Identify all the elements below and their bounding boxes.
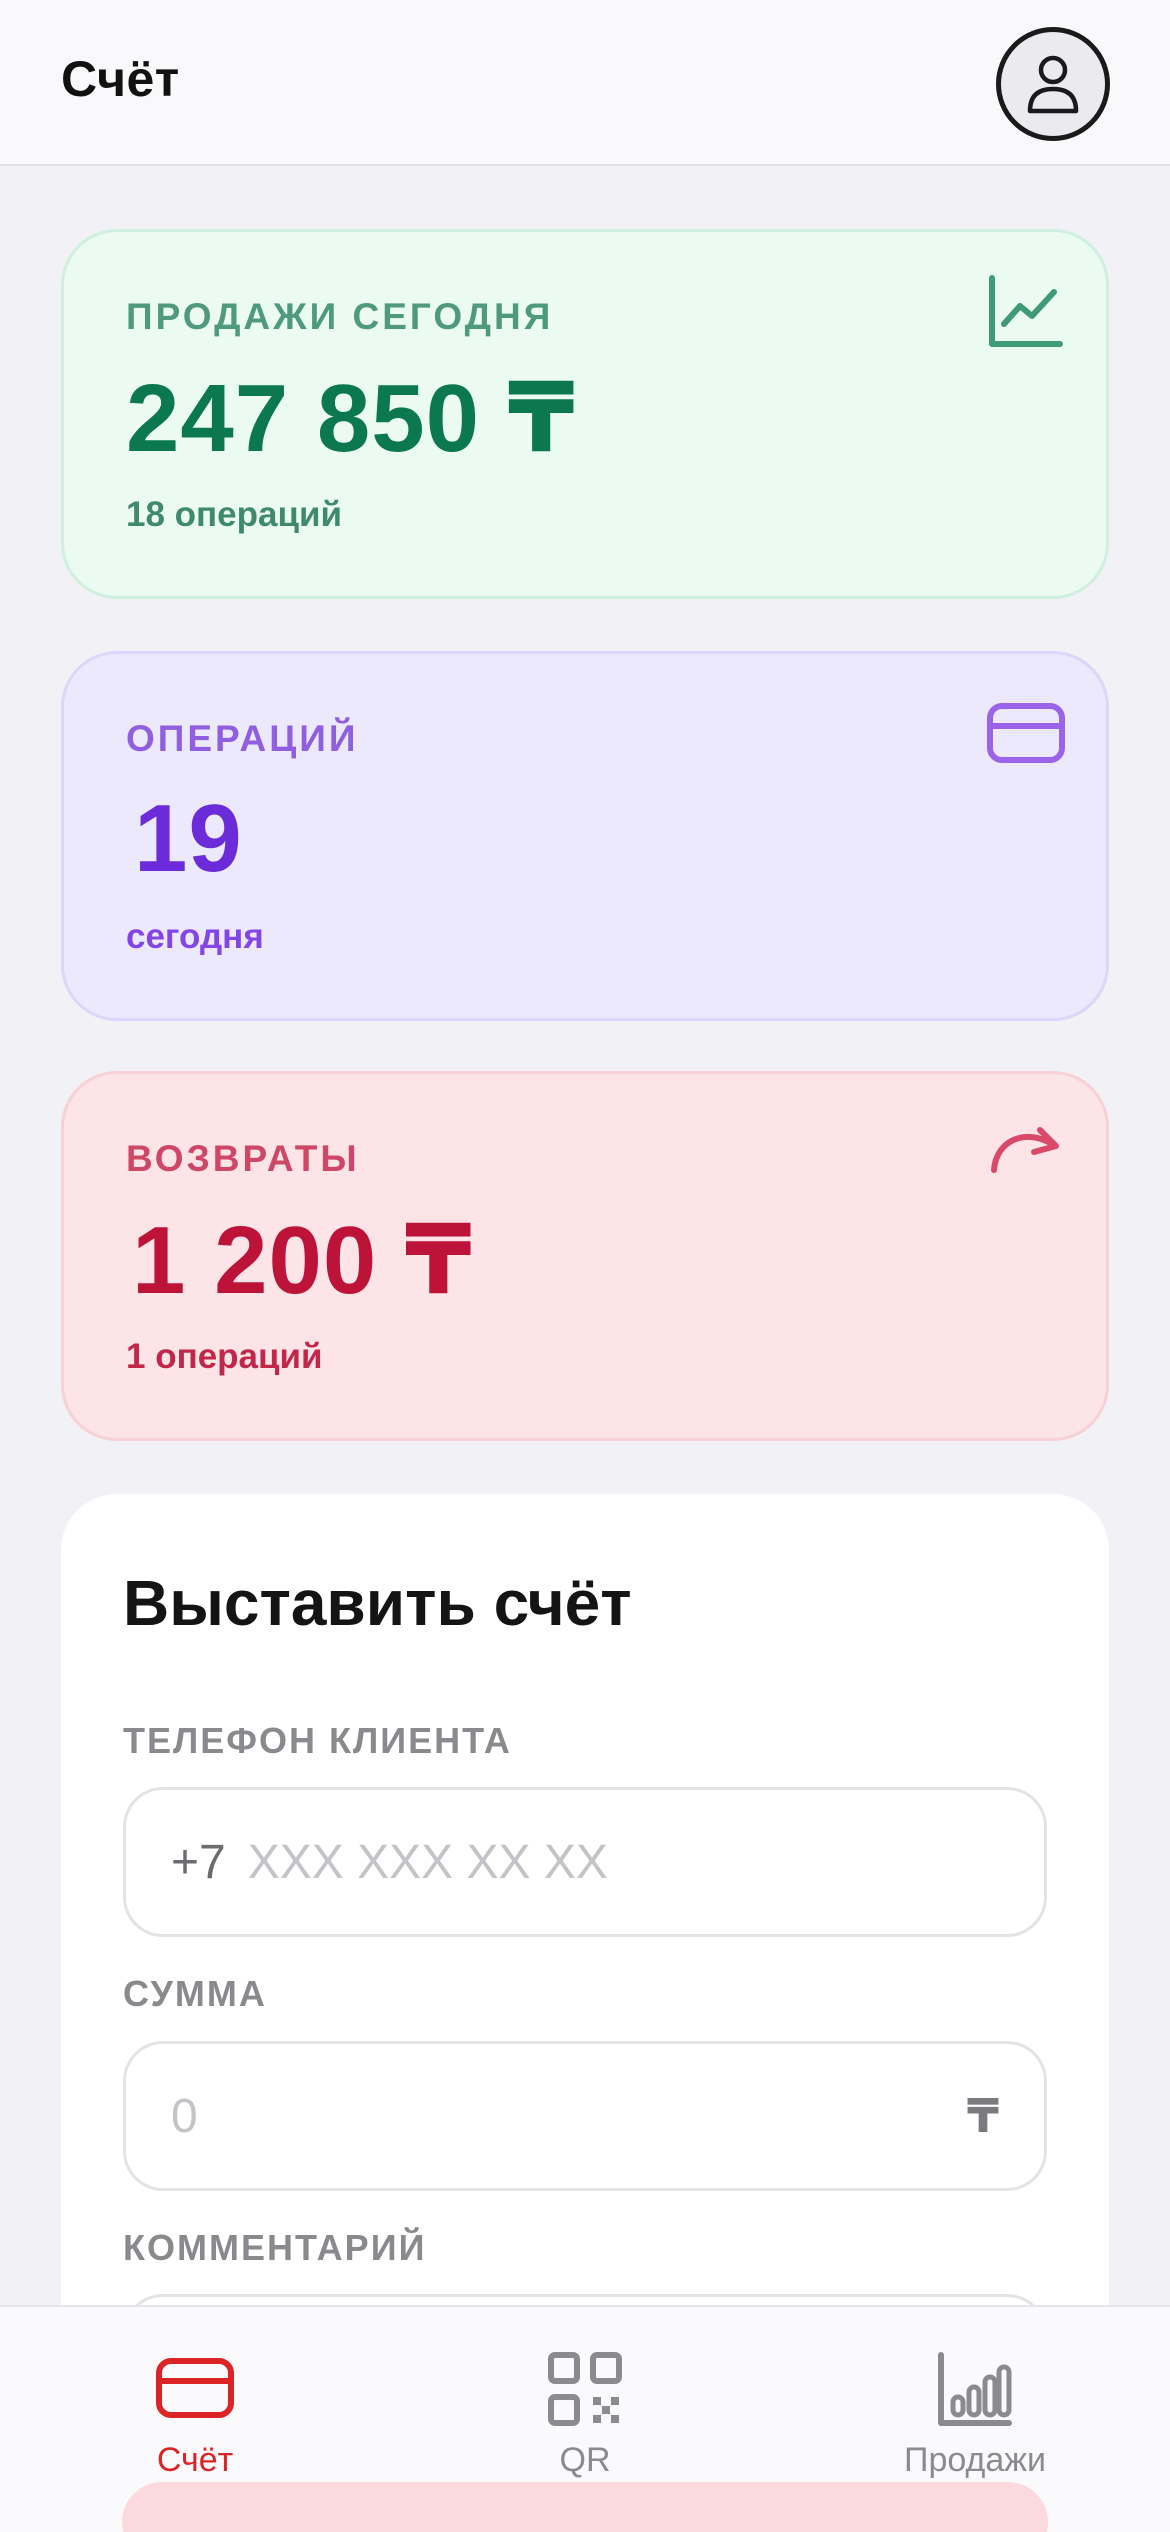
- redo-arrow-icon: [991, 1127, 1059, 1173]
- tab-qr-label: QR: [559, 2441, 611, 2479]
- top-header: Счёт: [0, 0, 1170, 166]
- sales-today-value: 247 850 ₸: [126, 365, 576, 472]
- user-icon: [1027, 55, 1079, 114]
- invoice-form-title: Выставить счёт: [123, 1567, 632, 1639]
- amount-input[interactable]: [171, 2044, 967, 2188]
- refunds-label: ВОЗВРАТЫ: [126, 1138, 360, 1179]
- tab-invoice[interactable]: Счёт: [75, 2349, 315, 2489]
- phone-label: ТЕЛЕФОН КЛИЕНТА: [123, 1720, 512, 1761]
- phone-prefix: +7: [171, 1835, 226, 1889]
- credit-card-icon: [987, 703, 1065, 763]
- phone-input[interactable]: [247, 1790, 1044, 1934]
- sales-today-card[interactable]: ПРОДАЖИ СЕГОДНЯ 247 850 ₸ 18 операций: [61, 229, 1109, 599]
- submit-button[interactable]: [122, 2482, 1048, 2532]
- refunds-card[interactable]: ВОЗВРАТЫ 1 200 ₸ 1 операций: [61, 1071, 1109, 1441]
- comment-label: КОММЕНТАРИЙ: [123, 2227, 427, 2268]
- operations-label: ОПЕРАЦИЙ: [126, 718, 359, 759]
- bar-chart-icon: [938, 2352, 1012, 2426]
- page-title: Счёт: [61, 51, 180, 107]
- tab-invoice-label: Счёт: [156, 2441, 234, 2479]
- sales-today-count: 18 операций: [126, 495, 343, 534]
- operations-card[interactable]: ОПЕРАЦИЙ 19 сегодня: [61, 651, 1109, 1021]
- profile-button[interactable]: [996, 27, 1110, 141]
- amount-field[interactable]: ₸: [123, 2041, 1047, 2191]
- refunds-value: 1 200 ₸: [132, 1207, 473, 1314]
- phone-field[interactable]: +7: [123, 1787, 1047, 1937]
- invoice-screen: Счёт ПРОДАЖИ СЕГОДНЯ 247 850 ₸ 18 операц…: [0, 0, 1170, 2532]
- sales-today-label: ПРОДАЖИ СЕГОДНЯ: [126, 296, 554, 337]
- tab-qr[interactable]: QR: [465, 2349, 705, 2489]
- amount-label: СУММА: [123, 1973, 267, 2014]
- refunds-count: 1 операций: [126, 1337, 323, 1376]
- operations-period: сегодня: [126, 917, 264, 956]
- operations-value: 19: [134, 785, 243, 892]
- currency-suffix: ₸: [966, 2090, 999, 2142]
- tab-sales[interactable]: Продажи: [855, 2349, 1095, 2489]
- tab-sales-label: Продажи: [904, 2441, 1046, 2479]
- qr-code-icon: [548, 2352, 622, 2426]
- chart-line-icon: [989, 275, 1063, 347]
- credit-card-icon: [156, 2358, 234, 2418]
